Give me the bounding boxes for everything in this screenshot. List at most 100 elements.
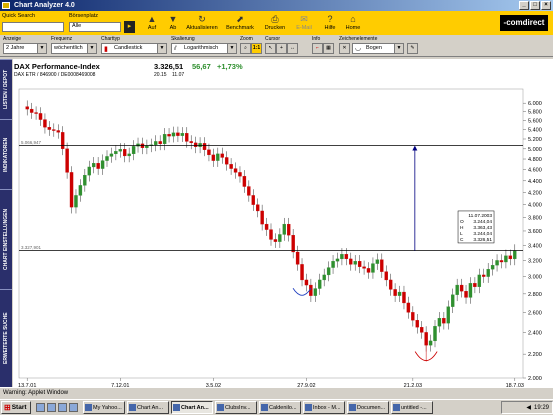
y-tick-label: 2.000: [528, 376, 542, 382]
taskbar-item[interactable]: My Yahoo...: [83, 401, 125, 414]
y-tick-label: 3.800: [528, 215, 542, 221]
price-change: 56,67: [192, 62, 211, 71]
quote-time: 20.15: [154, 72, 167, 78]
sidebar-item-erweiterte-suche[interactable]: ERWEITERTE SUCHE: [0, 289, 12, 387]
print-button[interactable]: ⎙ Drucken: [260, 13, 290, 34]
y-tick-label: 2.600: [528, 310, 542, 316]
candle-body: [52, 129, 56, 131]
candle-body: [69, 172, 74, 208]
candle-body: [87, 166, 91, 176]
benchmark-button[interactable]: ⬈ Benchmark: [223, 13, 257, 34]
y-tick-label: 2.200: [528, 352, 542, 358]
refresh-button[interactable]: ↻ Aktualisieren: [182, 13, 222, 34]
candle-body: [189, 141, 193, 144]
chevron-down-icon: ▼: [37, 44, 46, 53]
ie-icon[interactable]: [36, 403, 45, 412]
skalierung-select[interactable]: ⫽ Logarithmisch ▼: [171, 43, 237, 54]
cursor-label: Cursor: [265, 36, 281, 42]
maximize-button[interactable]: □: [530, 1, 540, 10]
cursor-crosshair-icon[interactable]: +: [276, 43, 287, 54]
taskbar-item[interactable]: Inbox - M...: [303, 401, 345, 414]
start-button[interactable]: ⊞ Start: [1, 401, 31, 414]
media-icon[interactable]: [69, 403, 78, 412]
close-button[interactable]: ×: [541, 1, 551, 10]
start-label: Start: [11, 404, 27, 411]
window-icon: [393, 404, 400, 411]
zoom-icon[interactable]: ⌕: [240, 43, 251, 54]
candle-body: [468, 283, 473, 298]
candle-body: [304, 279, 309, 286]
candle-body: [264, 223, 269, 230]
comdirect-logo: -comdirect: [500, 15, 548, 31]
zeichenelemente-label: Zeichenelemente: [339, 36, 378, 42]
candle-body: [340, 254, 344, 260]
cursor-range-icon[interactable]: ↔: [287, 43, 298, 54]
mail-icon[interactable]: [58, 403, 67, 412]
info-toggle-icon[interactable]: ⌐: [312, 43, 323, 54]
horizontal-line-label: 5.066,947: [21, 140, 42, 145]
zeichenelemente-select[interactable]: ◡ Bogen ▼: [352, 43, 404, 54]
candle-body: [384, 271, 388, 281]
candle-body: [433, 326, 437, 342]
candle-body: [335, 258, 340, 262]
boersenplatz-select[interactable]: Alle: [69, 22, 121, 32]
horizontal-line-label: 3.327,901: [21, 245, 42, 250]
sidebar-item-listen-depot[interactable]: LISTEN / DEPOT: [0, 59, 12, 119]
sidebar-item-chart-einstellungen[interactable]: CHART EINSTELLUNGEN: [0, 189, 12, 289]
charttyp-select[interactable]: ▮ Candlestick ▼: [101, 43, 167, 54]
candle-body: [247, 186, 251, 196]
benchmark-button-label: Benchmark: [226, 25, 254, 31]
minimize-button[interactable]: _: [519, 1, 529, 10]
quick-search-input[interactable]: [2, 22, 64, 32]
candle-body: [43, 119, 47, 128]
cursor-pointer-icon[interactable]: ↖: [265, 43, 276, 54]
candle-body: [455, 284, 459, 295]
frequenz-select[interactable]: wöchentlich ▼: [51, 43, 97, 54]
taskbar-item-label: Inbox - M...: [313, 404, 341, 411]
taskbar-item[interactable]: Caldenilo...: [259, 401, 301, 414]
anzeige-select[interactable]: 2 Jahre ▼: [3, 43, 47, 54]
search-go-button[interactable]: ▸: [124, 21, 135, 33]
taskbar-item-label: ClubsInv...: [225, 404, 251, 411]
window-controls: _ □ ×: [519, 1, 551, 10]
y-tick-label: 4.400: [528, 179, 542, 185]
candle-body: [25, 106, 29, 110]
price-change-pct: +1,73%: [217, 62, 243, 71]
candle-body: [92, 163, 96, 168]
desktop-icon[interactable]: [47, 403, 56, 412]
info-detail-icon[interactable]: ▦: [323, 43, 334, 54]
candle-body: [74, 195, 78, 208]
email-button[interactable]: ✉ E-Mail: [290, 13, 318, 34]
taskbar-item[interactable]: Chart An...: [127, 401, 169, 414]
taskbar-item[interactable]: ClubsInv...: [215, 401, 257, 414]
sidebar-item-indikatoren[interactable]: INDIKATOREN: [0, 119, 12, 189]
taskbar-item[interactable]: Documen...: [347, 401, 389, 414]
candlestick-chart[interactable]: 6.000 5.800 5.600 5.400 5.200 5.000 4.800 4.600…: [13, 59, 553, 387]
skalierung-value: Logarithmisch: [184, 45, 219, 51]
home-button[interactable]: ⌂ Home: [340, 13, 366, 34]
charttyp-value: Candlestick: [114, 45, 143, 51]
candle-body: [318, 279, 322, 289]
speaker-icon[interactable]: ◀: [526, 404, 531, 411]
taskbar-item[interactable]: untitled -...: [391, 401, 433, 414]
candle-body: [380, 259, 384, 272]
taskbar-item-active[interactable]: Chart An...: [171, 401, 213, 414]
candle-body: [428, 340, 433, 346]
y-tick-label: 4.200: [528, 190, 542, 196]
quote-date: 11.07: [172, 72, 185, 78]
delete-drawing-icon[interactable]: ✕: [339, 43, 350, 54]
candle-body: [65, 148, 69, 173]
candle-body: [446, 306, 450, 324]
windows-logo-icon: ⊞: [4, 403, 11, 412]
candle-body: [490, 265, 495, 270]
clock: 19:29: [533, 404, 549, 411]
chart-panel[interactable]: 6.000 5.800 5.600 5.400 5.200 5.000 4.800 4.600…: [13, 59, 553, 387]
ohlc-key: C: [460, 237, 464, 243]
candle-body: [96, 163, 100, 169]
zoom-1to1-button[interactable]: 1:1: [251, 43, 262, 54]
candle-body: [402, 291, 406, 304]
candle-body: [499, 260, 504, 263]
candle-body: [278, 234, 282, 242]
candle-body: [216, 153, 220, 161]
pencil-icon[interactable]: ✎: [407, 43, 418, 54]
